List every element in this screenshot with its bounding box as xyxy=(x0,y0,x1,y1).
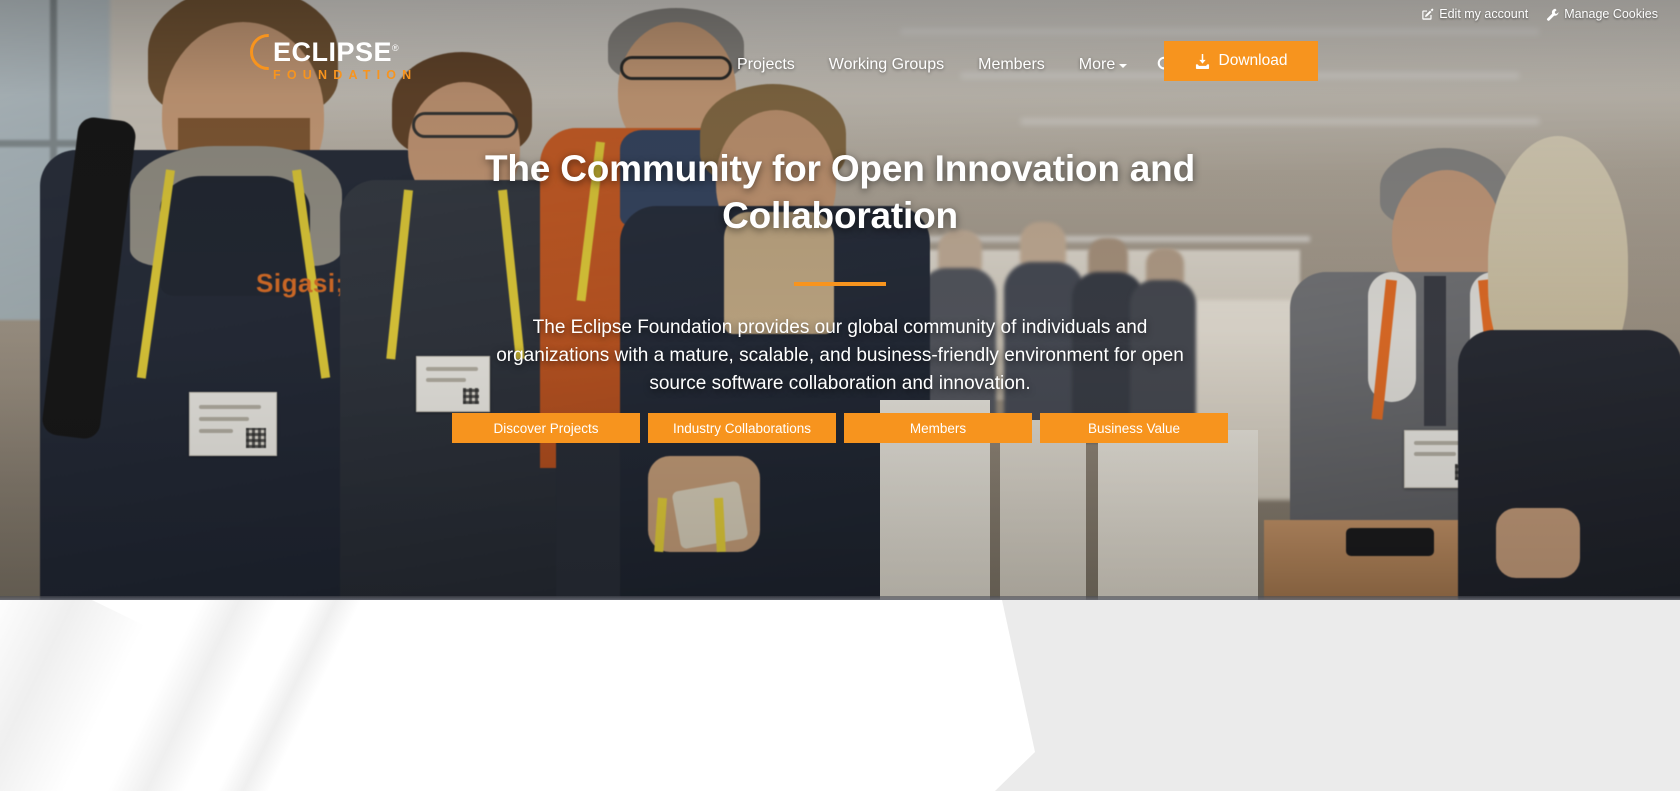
edit-my-account-label: Edit my account xyxy=(1439,7,1529,21)
nav-item-members[interactable]: Members xyxy=(961,48,1062,82)
cta-industry-collaborations[interactable]: Industry Collaborations xyxy=(648,413,836,443)
nav-label-projects: Projects xyxy=(737,55,795,73)
site-header: Edit my account Manage Cookies ECLIPSE® xyxy=(0,0,1680,120)
nav-item-working-groups[interactable]: Working Groups xyxy=(812,48,961,82)
cta-label: Discover Projects xyxy=(493,420,599,436)
angled-white-panel xyxy=(0,600,1035,791)
nav-link-working-groups[interactable]: Working Groups xyxy=(812,48,961,82)
download-button[interactable]: Download xyxy=(1164,41,1318,81)
hero-cta-group: Discover Projects Industry Collaboration… xyxy=(452,413,1228,443)
logo-row: ECLIPSE® xyxy=(250,33,417,67)
nav-label-working-groups: Working Groups xyxy=(828,55,945,73)
edit-my-account-link[interactable]: Edit my account xyxy=(1421,7,1528,21)
manage-cookies-link[interactable]: Manage Cookies xyxy=(1546,7,1658,21)
pencil-square-icon xyxy=(1421,8,1434,21)
decorative-streak xyxy=(0,600,145,791)
cta-label: Members xyxy=(909,420,967,436)
eclipse-foundation-logo[interactable]: ECLIPSE® FOUNDATION xyxy=(250,33,417,82)
nav-label-members: Members xyxy=(978,55,1045,73)
logo-wordmark: ECLIPSE® xyxy=(273,37,400,67)
download-icon xyxy=(1195,53,1210,69)
hero-paragraph: The Eclipse Foundation provides our glob… xyxy=(496,317,1184,394)
cta-business-value[interactable]: Business Value xyxy=(1040,413,1228,443)
nav-item-more[interactable]: More xyxy=(1062,48,1144,82)
nav-item-projects[interactable]: Projects xyxy=(720,48,812,82)
nav-link-more[interactable]: More xyxy=(1062,48,1144,82)
nav-link-members[interactable]: Members xyxy=(961,48,1062,82)
utility-bar: Edit my account Manage Cookies xyxy=(1421,7,1658,21)
nav-link-projects[interactable]: Projects xyxy=(720,48,812,82)
cta-discover-projects[interactable]: Discover Projects xyxy=(452,413,640,443)
download-button-label: Download xyxy=(1218,52,1288,69)
eclipse-arc-icon xyxy=(250,34,272,66)
decorative-streak xyxy=(79,600,283,791)
cta-members[interactable]: Members xyxy=(844,413,1032,443)
primary-navigation: Projects Working Groups Members More xyxy=(720,47,1199,82)
hero-section: Sigasi; xyxy=(0,0,1680,600)
registered-mark: ® xyxy=(392,43,400,53)
page-root: Sigasi; xyxy=(0,0,1680,791)
nav-label-more: More xyxy=(1078,55,1116,73)
hero-title: The Community for Open Innovation and Co… xyxy=(485,148,1195,236)
lower-section xyxy=(0,600,1680,791)
cta-label: Industry Collaborations xyxy=(672,420,812,436)
wrench-icon xyxy=(1546,8,1559,21)
decorative-streak xyxy=(189,600,372,791)
chevron-down-icon xyxy=(1119,64,1128,68)
cta-label: Business Value xyxy=(1087,420,1181,436)
manage-cookies-label: Manage Cookies xyxy=(1564,7,1658,21)
hero-divider xyxy=(794,282,886,286)
logo-subtitle: FOUNDATION xyxy=(273,68,418,82)
